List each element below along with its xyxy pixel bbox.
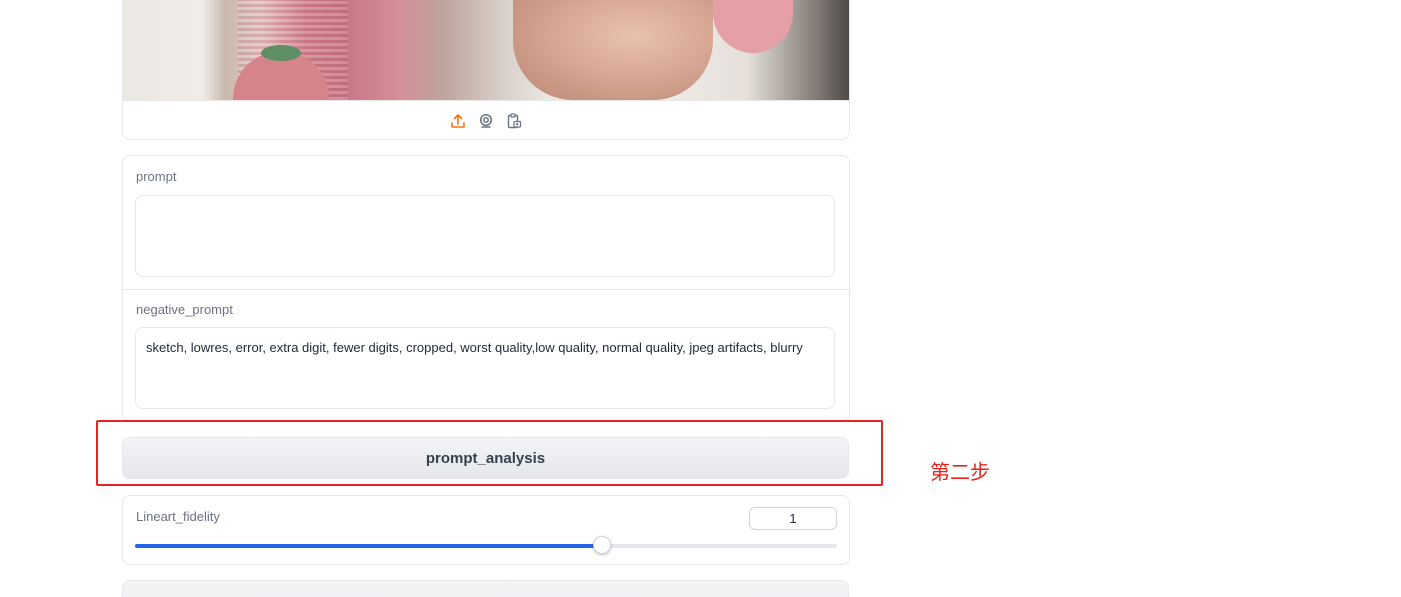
- prompt-panel: prompt negative_prompt sketch, lowres, e…: [122, 155, 850, 421]
- clipboard-icon: [507, 112, 522, 128]
- step-annotation: 第二步: [930, 460, 990, 484]
- lineart-fidelity-label: Lineart_fidelity: [136, 509, 220, 524]
- image-detail: [261, 45, 301, 61]
- prompt-label: prompt: [136, 169, 177, 184]
- next-section-panel: [122, 580, 849, 597]
- prompt-textarea[interactable]: [135, 195, 835, 277]
- slider-thumb[interactable]: [593, 536, 611, 554]
- lineart-fidelity-slider[interactable]: [135, 536, 837, 554]
- clipboard-button[interactable]: [505, 112, 523, 130]
- webcam-icon: [479, 113, 493, 128]
- slider-fill: [135, 544, 602, 548]
- upload-button[interactable]: [449, 112, 467, 130]
- webcam-button[interactable]: [477, 112, 495, 130]
- prompt-analysis-button[interactable]: prompt_analysis: [122, 437, 849, 479]
- lineart-fidelity-panel: Lineart_fidelity 1: [122, 495, 850, 565]
- gradio-app: prompt negative_prompt sketch, lowres, e…: [0, 0, 1401, 597]
- negative-prompt-label: negative_prompt: [136, 302, 233, 317]
- image-detail: [713, 0, 793, 53]
- lineart-fidelity-number-input[interactable]: 1: [749, 507, 837, 530]
- image-input[interactable]: [122, 0, 850, 140]
- image-source-bar: [123, 100, 849, 139]
- negative-prompt-textarea[interactable]: sketch, lowres, error, extra digit, fewe…: [135, 327, 835, 409]
- uploaded-image: [123, 0, 849, 100]
- divider: [123, 289, 849, 290]
- image-detail: [513, 0, 713, 100]
- upload-icon: [451, 113, 465, 128]
